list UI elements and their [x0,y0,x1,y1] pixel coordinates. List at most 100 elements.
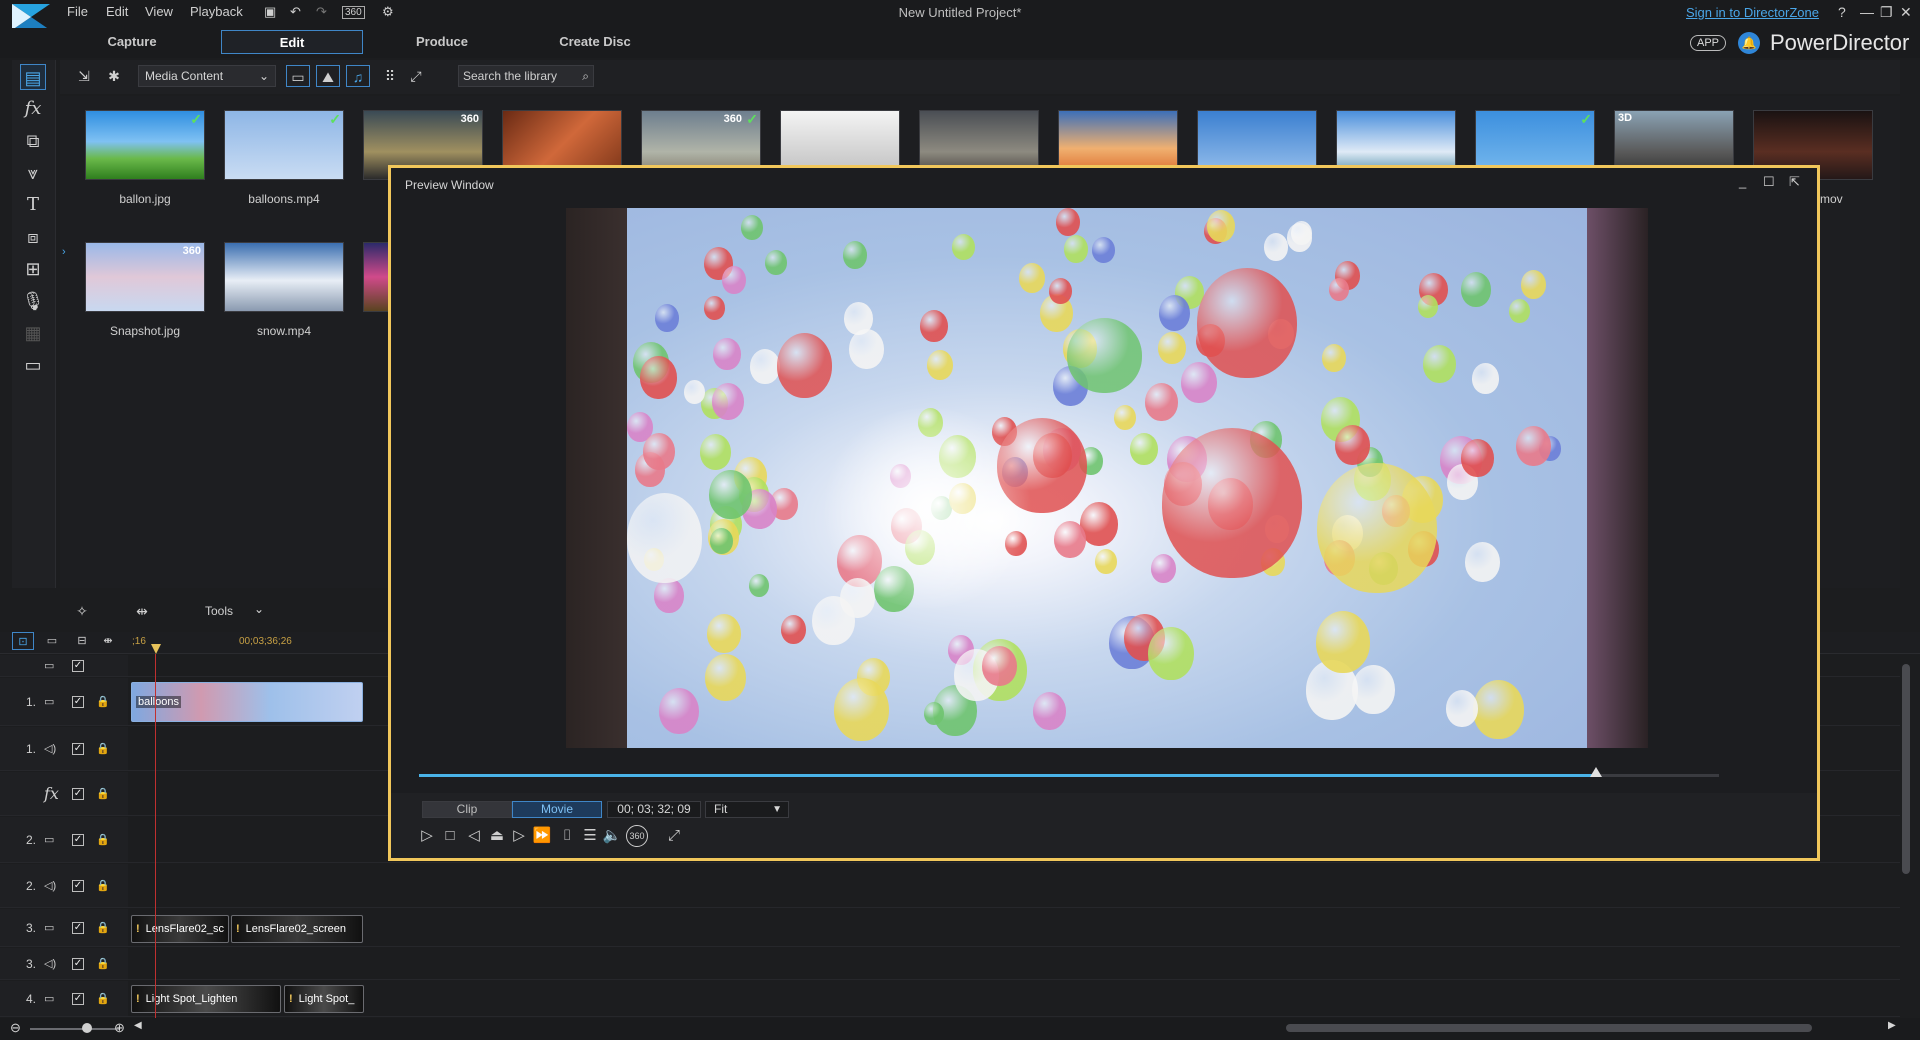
chevron-down-icon[interactable]: ⌄ [254,602,264,616]
import-media-icon[interactable]: ⇲ [72,65,96,87]
360-view-icon[interactable]: 360 [626,825,648,847]
save-icon[interactable]: ▣ [264,4,276,20]
library-thumbnail[interactable]: ✓ [224,110,344,180]
clip-mode-button[interactable]: Clip [422,801,512,818]
timeline-clip[interactable]: balloons [131,682,363,722]
track-checkbox[interactable]: ✓ [72,993,84,1005]
media-content-dropdown[interactable]: Media Content ⌄ [138,65,276,87]
lock-icon[interactable]: 🔒 [96,833,110,846]
filter-video-icon[interactable]: ▭ [286,65,310,87]
library-thumbnail[interactable]: ✓ [85,110,205,180]
split-clip-icon[interactable]: ⏏ [486,825,508,847]
lock-icon[interactable]: 🔒 [96,921,110,934]
expand-view-icon[interactable]: ⤢ [404,65,428,87]
fullscreen-icon[interactable]: ⤢ [663,825,685,847]
zoom-fit-dropdown[interactable]: Fit ▼ [705,801,789,818]
filter-audio-icon[interactable]: ♫ [346,65,370,87]
menu-edit[interactable]: Edit [106,4,128,19]
zoom-slider[interactable] [30,1028,120,1030]
tools-menu[interactable]: Tools [205,604,233,618]
menu-view[interactable]: View [145,4,173,19]
scroll-right-icon[interactable]: ▶ [1888,1020,1896,1031]
track-checkbox[interactable]: ✓ [72,743,84,755]
track-checkbox[interactable]: ✓ [72,834,84,846]
display-settings-icon[interactable]: ☰ [579,825,601,847]
split-icon[interactable]: ⇹ [130,600,154,622]
library-thumbnail[interactable] [224,242,344,312]
zoom-out-icon[interactable]: ⊖ [10,1020,21,1036]
filter-image-icon[interactable]: ⛰ [316,65,340,87]
voiceover-room-icon[interactable]: 🎙 [20,288,46,314]
minimize-icon[interactable]: _ [1739,174,1746,189]
timeline-clip[interactable]: ! LensFlare02_sc [131,915,229,943]
plugin-icon[interactable]: ✱ [102,65,126,87]
app-button[interactable]: APP [1690,35,1727,51]
track-checkbox[interactable]: ✓ [72,788,84,800]
signin-link[interactable]: Sign in to DirectorZone [1686,5,1819,20]
lock-icon[interactable]: 🔒 [96,992,110,1005]
preview-progress-bar[interactable] [419,767,1719,777]
close-icon[interactable]: ✕ [1900,4,1912,21]
search-input[interactable]: Search the library ⌕ [458,65,594,87]
lock-icon[interactable]: 🔒 [96,879,110,892]
scroll-left-icon[interactable]: ◀ [134,1020,142,1031]
movie-mode-button[interactable]: Movie [512,801,602,818]
particle-room-icon[interactable]: ⩔ [20,160,46,186]
preview-video[interactable] [566,208,1648,748]
timeline-clip[interactable]: ! LensFlare02_screen [231,915,363,943]
snapshot-icon[interactable]: ⌷ [556,825,578,847]
next-frame-icon[interactable]: ▷ [508,825,530,847]
maximize-icon[interactable]: ☐ [1763,174,1775,190]
progress-handle[interactable] [1589,767,1602,777]
track-manager-icon[interactable]: ⊟ [70,632,94,650]
dock-icon[interactable]: ⇱ [1789,174,1800,190]
zoom-in-icon[interactable]: ⊕ [114,1020,125,1036]
lock-icon[interactable]: 🔒 [96,787,110,800]
settings-icon[interactable]: ⚙ [382,4,394,20]
minimize-icon[interactable]: — [1860,4,1874,20]
playhead-line[interactable] [155,654,156,1018]
timeline-view-icon[interactable]: ⊡ [12,632,34,650]
storyboard-view-icon[interactable]: ▭ [40,632,64,650]
stop-icon[interactable]: □ [439,825,461,847]
audio-mixing-room-icon[interactable]: ⊞ [20,256,46,282]
volume-icon[interactable]: 🔈 [601,825,623,847]
redo-icon[interactable]: ↷ [316,4,327,20]
track-checkbox[interactable]: ✓ [72,696,84,708]
expand-panel-icon[interactable]: › [62,246,72,268]
playhead-marker[interactable] [151,644,161,654]
tab-edit[interactable]: Edit [221,30,363,54]
360-icon[interactable]: 360 [342,6,365,19]
fit-timeline-icon[interactable]: ⇼ [96,632,120,650]
tab-create-disc[interactable]: Create Disc [550,30,640,54]
timecode-field[interactable]: 00; 03; 32; 09 [607,801,701,818]
transition-room-icon[interactable]: ⧈ [20,224,46,250]
chapter-room-icon[interactable]: ▦ [20,320,46,346]
library-thumbnail[interactable]: 360 [85,242,205,312]
timeline-vertical-scrollbar[interactable] [1902,664,1910,874]
lock-icon[interactable]: 🔒 [96,742,110,755]
fx-room-icon[interactable]: fx [20,96,46,122]
lock-icon[interactable]: 🔒 [96,695,110,708]
track-checkbox[interactable]: ✓ [72,958,84,970]
tab-produce[interactable]: Produce [402,30,482,54]
track-checkbox[interactable]: ✓ [72,660,84,672]
play-icon[interactable]: ▷ [416,825,438,847]
menu-file[interactable]: File [67,4,88,19]
subtitle-room-icon[interactable]: ▭ [20,352,46,378]
tab-capture[interactable]: Capture [92,30,172,54]
track-checkbox[interactable]: ✓ [72,922,84,934]
sort-icon[interactable]: ⠿ [378,65,402,87]
magic-tools-icon[interactable]: ✧ [70,600,94,622]
restore-icon[interactable]: ❐ [1880,4,1893,21]
timeline-clip[interactable]: ! Light Spot_ [284,985,364,1013]
notification-bell-icon[interactable]: 🔔 [1738,32,1760,54]
track-enable-icon[interactable]: ▭ [44,659,54,672]
title-room-icon[interactable]: T [20,192,46,218]
media-room-icon[interactable]: ▤ [20,64,46,90]
pip-room-icon[interactable]: ⧉ [20,128,46,154]
menu-playback[interactable]: Playback [190,4,243,19]
lock-icon[interactable]: 🔒 [96,957,110,970]
timeline-horizontal-scrollbar[interactable] [1286,1024,1812,1032]
zoom-slider-handle[interactable] [82,1023,92,1033]
